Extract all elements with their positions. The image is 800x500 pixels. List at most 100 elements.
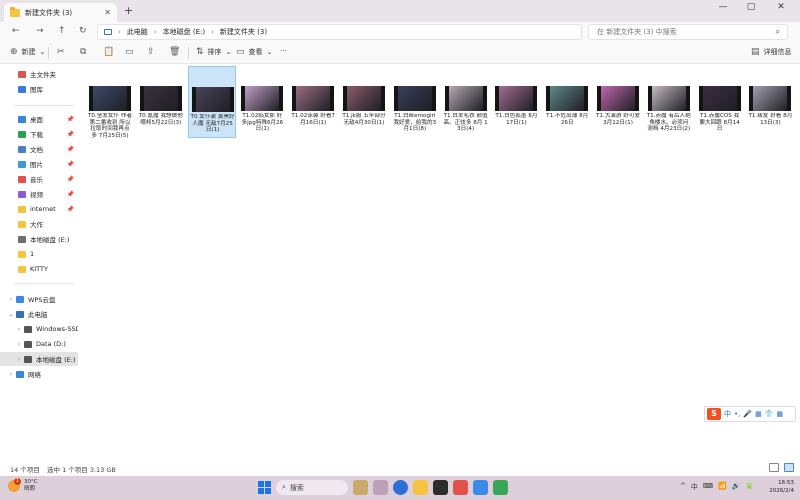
details-pane-button[interactable]: ▤ 详细信息 <box>751 47 792 57</box>
more-label: ··· <box>280 47 287 55</box>
ime-toolbar[interactable]: S 中 •, 🎤 ▦ 👕 ▦ <box>704 406 796 422</box>
up-icon[interactable]: ↑ <box>58 26 66 36</box>
edge-icon[interactable] <box>393 480 408 495</box>
address-bar[interactable]: › 此电脑 › 本地磁盘 (E:) › 新建文件夹 (3) <box>97 24 582 40</box>
sidebar-item[interactable]: internet 📌 <box>0 202 78 216</box>
toolbox-icon[interactable]: ▦ <box>776 410 783 418</box>
breadcrumb-current-folder[interactable]: 新建文件夹 (3) <box>220 27 267 37</box>
skin-icon[interactable]: 👕 <box>765 410 774 418</box>
wechat-icon[interactable] <box>493 480 508 495</box>
wifi-icon[interactable]: 📶 <box>718 482 727 492</box>
cloud-app-icon[interactable] <box>473 480 488 495</box>
clock[interactable]: 16:53 2026/2/4 <box>766 479 794 495</box>
sidebar-item[interactable]: 音乐 📌 <box>0 172 78 186</box>
delete-button[interactable]: 🗑 <box>169 47 180 57</box>
sidebar-item[interactable]: ⌄ 此电脑 <box>0 307 78 321</box>
file-item[interactable]: T1.不危出薄 8月 26日 <box>543 66 591 138</box>
microphone-icon[interactable]: 🎤 <box>743 410 752 418</box>
paste-button[interactable]: 📋 <box>103 47 114 57</box>
copy-button[interactable]: ⧉ <box>80 47 86 57</box>
video-thumbnail-icon <box>191 87 234 112</box>
minimize-button[interactable]: — <box>712 2 734 12</box>
close-window-button[interactable]: ✕ <box>770 2 792 12</box>
sidebar-item[interactable]: › Data (D:) <box>0 337 78 351</box>
sidebar-item[interactable]: KITTY <box>0 262 78 276</box>
pinned-app-icon[interactable] <box>353 480 368 495</box>
file-explorer-icon[interactable] <box>413 480 428 495</box>
sidebar-item[interactable]: 图片 📌 <box>0 157 78 171</box>
back-icon[interactable]: ← <box>12 26 20 36</box>
keyboard-icon[interactable]: ▦ <box>755 410 762 418</box>
search-input[interactable]: 在 新建文件夹 (3) 中搜索 ⌕ <box>588 24 788 40</box>
input-language[interactable]: 中 <box>691 482 698 492</box>
refresh-icon[interactable]: ↻ <box>79 26 87 36</box>
sidebar-item[interactable]: › WPS云盘 <box>0 292 78 306</box>
status-bar: 14 个项目 选中 1 个项目 3.13 GB <box>0 460 800 476</box>
more-options-button[interactable]: ··· <box>280 47 287 55</box>
file-item[interactable]: T0.女仆装 黄黑好 人魔 无敌7月25 日(1) <box>187 66 236 138</box>
file-item[interactable]: T1.02临女那 好 多jpg特殊6月26 日(1) <box>238 66 286 138</box>
sidebar-item[interactable]: 主文件夹 <box>0 67 78 81</box>
chevron-right-icon[interactable]: › <box>14 341 24 348</box>
taskbar-search[interactable]: ⌕ 搜索 <box>276 480 348 495</box>
sidebar-item[interactable]: › Windows-SSD (C <box>0 322 78 336</box>
sort-button[interactable]: ⇅ 排序 ⌄ <box>196 47 231 57</box>
chevron-down-icon[interactable]: ⌄ <box>6 311 16 318</box>
file-item[interactable]: T1.jk服 五竿部分 无敌4月30日(1) <box>340 66 388 138</box>
sidebar-item[interactable]: 桌面 📌 <box>0 112 78 126</box>
sidebar-item[interactable]: 视频 📌 <box>0 187 78 201</box>
cut-button[interactable]: ✂ <box>57 47 65 57</box>
share-button[interactable]: ⇪ <box>147 47 155 57</box>
battery-icon[interactable]: 🔋 <box>745 482 754 492</box>
chevron-up-icon[interactable]: ^ <box>680 482 686 492</box>
chevron-right-icon[interactable]: › <box>6 371 16 378</box>
details-view-icon[interactable] <box>769 463 779 472</box>
file-item[interactable]: T0.坚发女仆 作者 第二番收到 所以 拉取时间我再点 多 7月25日(5) <box>86 66 134 139</box>
download-icon <box>18 130 26 138</box>
chevron-right-icon[interactable]: › <box>14 356 24 363</box>
file-item[interactable]: T1.白丝emogirl 我好爱，给我的3 月1日(8) <box>391 66 439 138</box>
ime-mode[interactable]: 中 <box>724 409 731 419</box>
keyboard-icon[interactable]: ⌨ <box>703 482 713 492</box>
new-button[interactable]: ⊕ 新建 ⌄ <box>10 47 45 57</box>
tiles-view-icon[interactable] <box>784 463 794 472</box>
rename-button[interactable]: ▭ <box>125 47 134 57</box>
maximize-button[interactable]: ▢ <box>740 2 762 12</box>
file-item[interactable]: T1.大演游 好可爱 3月12日(1) <box>594 66 642 138</box>
sidebar-item[interactable]: 本地磁盘 (E:) <box>0 232 78 246</box>
wps-icon[interactable] <box>453 480 468 495</box>
sidebar-item[interactable]: 下载 📌 <box>0 127 78 141</box>
tab-current-folder[interactable]: 新建文件夹 (3) ✕ <box>4 3 117 22</box>
forward-icon[interactable]: → <box>36 26 44 36</box>
file-item[interactable]: T1.白发毛衣 颜值 高。正炫多 8月 13日(4) <box>442 66 490 138</box>
sidebar-item[interactable]: 文档 📌 <box>0 142 78 156</box>
file-item[interactable]: T1.叛友 好看 8月 13日(3) <box>746 66 794 138</box>
chevron-right-icon[interactable]: › <box>6 296 16 303</box>
sidebar-item[interactable]: › 本地磁盘 (E:) <box>0 352 78 366</box>
terminal-icon[interactable] <box>433 480 448 495</box>
breadcrumb-drive-e[interactable]: 本地磁盘 (E:) <box>163 27 205 37</box>
sidebar-item[interactable]: › 网络 <box>0 367 78 381</box>
file-item[interactable]: T1.02泳装 好看7 月16日(1) <box>289 66 337 138</box>
weather-widget[interactable]: 1 30°C 晴朗 <box>8 478 38 493</box>
pinned-app-icon[interactable] <box>373 480 388 495</box>
new-tab-button[interactable]: + <box>124 4 133 17</box>
video-thumbnail-icon <box>647 86 690 111</box>
windows-start-icon[interactable] <box>258 481 271 494</box>
volume-icon[interactable]: 🔊 <box>732 482 741 492</box>
view-button[interactable]: ▭ 查看 ⌄ <box>236 47 272 57</box>
sidebar-item[interactable]: 1 <box>0 247 78 261</box>
clock-date: 2026/2/4 <box>769 488 794 494</box>
breadcrumb-this-pc[interactable]: 此电脑 <box>127 27 148 37</box>
punctuation-icon[interactable]: •, <box>734 410 740 418</box>
tab-close-icon[interactable]: ✕ <box>104 8 111 17</box>
file-item[interactable]: T1.白色孤墨 8月 17日(1) <box>492 66 540 138</box>
chevron-right-icon[interactable]: › <box>14 326 24 333</box>
file-item[interactable]: T1.赤魔COS 我 要大回跟 8月14 日 <box>696 66 744 138</box>
file-item[interactable]: T1.赤魔 有后人绝 角楼水。必须问 测档 4月23日(2) <box>645 66 693 138</box>
sidebar-item[interactable]: 图库 <box>0 82 78 96</box>
view-icon: ▭ <box>236 47 245 57</box>
pin-icon: 📌 <box>66 130 74 138</box>
file-item[interactable]: T0.氪魔 我想做他 哪邦5月22日(3) <box>137 66 185 138</box>
sidebar-item[interactable]: 大作 <box>0 217 78 231</box>
